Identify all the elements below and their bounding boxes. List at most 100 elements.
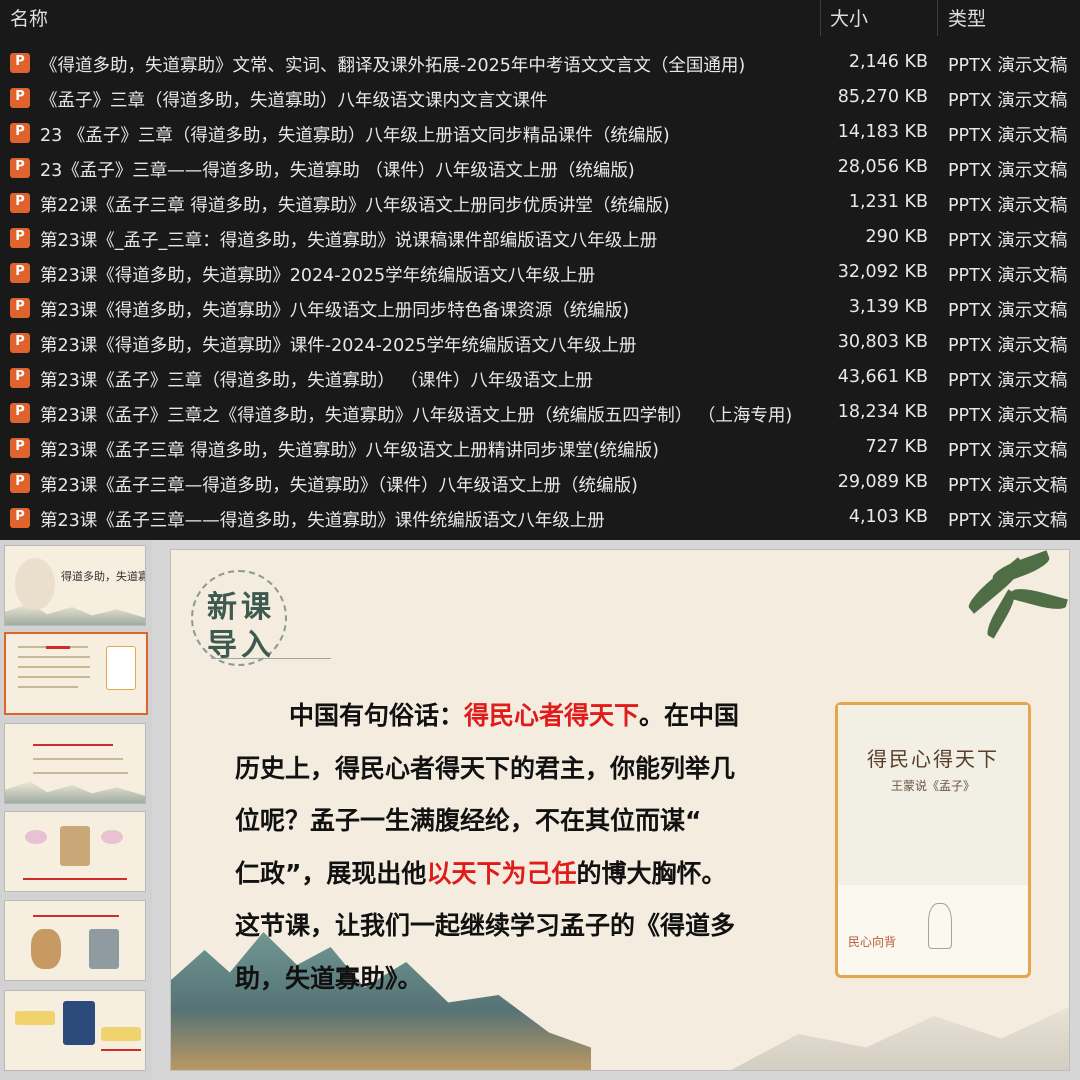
file-size: 14,183 KB: [837, 122, 928, 142]
text-run: 中国有句俗话：: [289, 701, 465, 730]
slide-thumbnail[interactable]: [4, 723, 146, 804]
file-type: PPTX 演示文稿: [948, 441, 1068, 461]
text-line: [101, 1049, 141, 1051]
pptx-file-icon: [10, 193, 30, 213]
file-row[interactable]: 第22课《孟子三章 得道多助，失道寡助》八年级语文上册同步优质讲堂（统编版) 1,…: [0, 186, 1080, 221]
file-row[interactable]: 23 《孟子》三章（得道多助，失道寡助）八年级上册语文同步精品课件（统编版) 14…: [0, 116, 1080, 151]
label-box: [15, 1011, 55, 1025]
text-line: [18, 656, 90, 658]
file-row[interactable]: 第23课《_孟子_三章：得道多助，失道寡助》说课稿课件部编版语文八年级上册 290…: [0, 221, 1080, 256]
column-size-header[interactable]: 大小: [830, 4, 868, 31]
pptx-file-icon: [10, 508, 30, 528]
column-name-header[interactable]: 名称: [10, 4, 48, 31]
bamboo-leaf: [964, 557, 1028, 614]
presentation-window: 得道多助，失道寡助: [0, 540, 1080, 1080]
statue-image: [89, 929, 119, 969]
file-size: 85,270 KB: [837, 87, 928, 107]
slide-thumbnail-panel[interactable]: 得道多助，失道寡助: [0, 540, 152, 1080]
file-name: 第23课《孟子三章——得道多助，失道寡助》课件统编版语文八年级上册: [40, 511, 605, 531]
file-row[interactable]: 第23课《孟子三章 得道多助，失道寡助》八年级语文上册精讲同步课堂(统编版) 72…: [0, 431, 1080, 466]
file-row[interactable]: 第23课《孟子三章—得道多助，失道寡助》（课件）八年级语文上册（统编版) 29,0…: [0, 466, 1080, 501]
file-size: 4,103 KB: [848, 507, 928, 527]
file-row[interactable]: 《孟子》三章（得道多助，失道寡助）八年级语文课内文言文课件 85,270 KB PP…: [0, 81, 1080, 116]
column-divider[interactable]: [820, 0, 821, 36]
file-row[interactable]: 第23课《孟子》三章之《得道多助，失道寡助》八年级语文上册（统编版五四学制） （…: [0, 396, 1080, 431]
column-header: 名称 大小 类型: [0, 0, 1080, 36]
text-run: 仁政”，展现出他: [235, 858, 427, 888]
file-name: 《孟子》三章（得道多助，失道寡助）八年级语文课内文言文课件: [40, 91, 548, 111]
file-name: 23《孟子》三章——得道多助，失道寡助 （课件）八年级语文上册（统编版): [40, 161, 635, 181]
file-name: 第23课《得道多助，失道寡助》八年级语文上册同步特色备课资源（统编版): [40, 301, 630, 321]
file-row[interactable]: 《得道多助，失道寡助》文常、实词、翻译及课外拓展-2025年中考语文文言文（全国…: [0, 46, 1080, 81]
file-name: 第22课《孟子三章 得道多助，失道寡助》八年级语文上册同步优质讲堂（统编版): [40, 196, 670, 216]
text-run: 。在中国: [639, 701, 740, 730]
book-title: 得民心得天下: [867, 747, 999, 771]
book-footer: 民心向背: [848, 935, 897, 949]
file-type: PPTX 演示文稿: [948, 91, 1068, 111]
pptx-file-icon: [10, 438, 30, 458]
pptx-file-icon: [10, 403, 30, 423]
file-type: PPTX 演示文稿: [948, 301, 1068, 321]
file-type: PPTX 演示文稿: [948, 266, 1068, 286]
pptx-file-icon: [10, 298, 30, 318]
file-size: 30,803 KB: [837, 332, 928, 352]
pptx-file-icon: [10, 473, 30, 493]
book-cover-top: [838, 705, 1028, 885]
column-type-header[interactable]: 类型: [948, 4, 986, 31]
file-row[interactable]: 第23课《得道多助，失道寡助》2024-2025学年统编版语文八年级上册 32,0…: [0, 256, 1080, 291]
pptx-file-icon: [10, 53, 30, 73]
slide-thumbnail-selected[interactable]: [4, 632, 148, 715]
text-run: 的博大胸怀。: [576, 858, 727, 888]
file-name: 《得道多助，失道寡助》文常、实词、翻译及课外拓展-2025年中考语文文言文（全国…: [40, 56, 746, 76]
file-size: 28,056 KB: [837, 157, 928, 177]
text-line: [23, 878, 127, 880]
file-row[interactable]: 第23课《孟子》三章（得道多助，失道寡助） （课件）八年级语文上册 43,661 …: [0, 361, 1080, 396]
slide-body-text[interactable]: 中国有句俗话：得民心者得天下。在中国 历史上，得民心者得天下的君主，你能列举几 …: [235, 690, 795, 1005]
file-row[interactable]: 第23课《得道多助，失道寡助》课件-2024-2025学年统编版语文八年级上册 3…: [0, 326, 1080, 361]
book-subtitle: 王蒙说《孟子》: [890, 779, 975, 793]
file-name: 第23课《孟子》三章（得道多助，失道寡助） （课件）八年级语文上册: [40, 371, 593, 391]
file-type: PPTX 演示文稿: [948, 56, 1068, 76]
file-size: 3,139 KB: [848, 297, 928, 317]
portrait-image: [31, 929, 61, 969]
file-name: 第23课《得道多助，失道寡助》2024-2025学年统编版语文八年级上册: [40, 266, 596, 286]
divider-line: [211, 658, 331, 659]
file-explorer: 名称 大小 类型 《得道多助，失道寡助》文常、实词、翻译及课外拓展-2025年中…: [0, 0, 1080, 540]
file-name: 23 《孟子》三章（得道多助，失道寡助）八年级上册语文同步精品课件（统编版): [40, 126, 670, 146]
file-size: 43,661 KB: [837, 367, 928, 387]
portrait-image: [60, 826, 90, 866]
text-line: [18, 666, 90, 668]
slide-thumbnail[interactable]: [4, 811, 146, 892]
text-line: 历史上，得民心者得天下的君主，你能列举几: [235, 753, 736, 783]
pptx-file-icon: [10, 88, 30, 108]
text-line: [18, 676, 90, 678]
highlight-text: 以天下为己任: [426, 858, 577, 888]
text-line: [33, 915, 119, 917]
file-type: PPTX 演示文稿: [948, 476, 1068, 496]
slide-thumbnail[interactable]: 得道多助，失道寡助: [4, 545, 146, 626]
pptx-file-icon: [10, 123, 30, 143]
pptx-file-icon: [10, 333, 30, 353]
book-image: [106, 646, 136, 690]
bubble: [101, 830, 123, 844]
file-size: 29,089 KB: [837, 472, 928, 492]
column-divider[interactable]: [937, 0, 938, 36]
file-type: PPTX 演示文稿: [948, 231, 1068, 251]
file-size: 1,231 KB: [848, 192, 928, 212]
text-line: [18, 686, 78, 688]
ink-painting: [15, 558, 55, 610]
slide-canvas[interactable]: 新课 导入 中国有句俗话：得民心者得天下。在中国 历史上，得民心者得天下的君主，…: [171, 550, 1069, 1070]
file-size: 32,092 KB: [837, 262, 928, 282]
figure-sketch: [928, 903, 952, 949]
file-type: PPTX 演示文稿: [948, 126, 1068, 146]
file-row[interactable]: 第23课《孟子三章——得道多助，失道寡助》课件统编版语文八年级上册 4,103 K…: [0, 501, 1080, 536]
book-image: [63, 1001, 95, 1045]
slide-thumbnail[interactable]: [4, 900, 146, 981]
file-row[interactable]: 第23课《得道多助，失道寡助》八年级语文上册同步特色备课资源（统编版) 3,139…: [0, 291, 1080, 326]
highlight-text: 得民心者得天下: [464, 701, 640, 730]
book-cover-image[interactable]: 得民心得天下 王蒙说《孟子》 民心向背: [835, 702, 1031, 978]
file-row[interactable]: 23《孟子》三章——得道多助，失道寡助 （课件）八年级语文上册（统编版) 28,0…: [0, 151, 1080, 186]
file-type: PPTX 演示文稿: [948, 406, 1068, 426]
pptx-file-icon: [10, 263, 30, 283]
slide-thumbnail[interactable]: [4, 990, 146, 1071]
